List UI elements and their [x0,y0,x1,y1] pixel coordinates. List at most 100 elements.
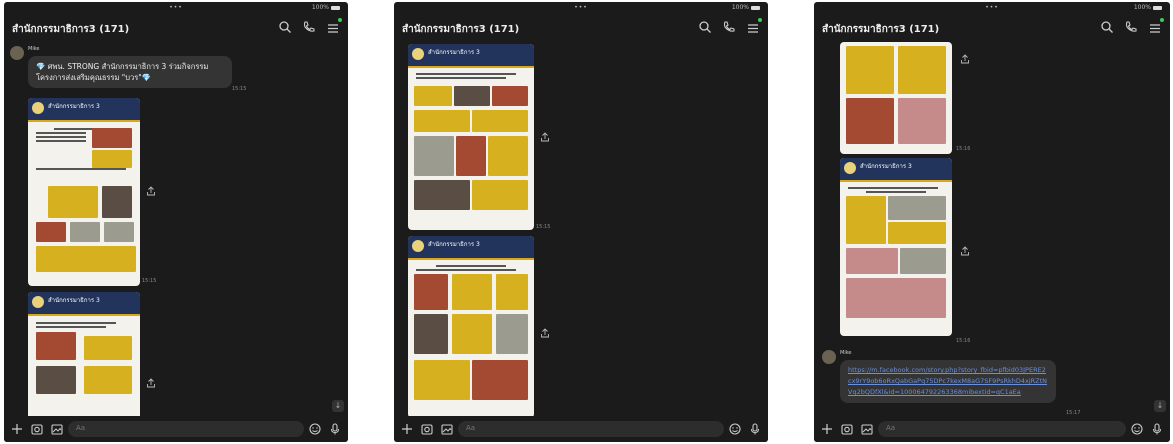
menu-icon [328,24,338,33]
message-time: 15:15 [232,86,247,92]
battery-percent: 100% [1133,4,1151,11]
logo-icon [32,296,44,308]
chat-title[interactable]: สำนักกรรมาธิการ3 (171) [12,22,129,37]
photo [36,246,136,272]
photo [846,46,894,94]
phone-icon[interactable] [722,20,736,34]
photo [414,180,470,210]
message-time: 15:16 [956,146,971,152]
photo [452,274,492,310]
menu-button[interactable] [1148,18,1164,39]
scroll-down-button[interactable]: ↓ [332,400,344,412]
share-icon[interactable] [540,328,550,338]
microphone-icon[interactable] [748,422,762,436]
card-text-line [416,269,516,271]
photo [496,314,528,354]
share-icon[interactable] [146,186,156,196]
phone-icon[interactable] [1124,20,1138,34]
image-card[interactable]: สำนักกรรมาธิการ 3 [408,236,534,418]
chat-panel-3: ••• 100% สำนักกรรมาธิการ3 (171) 15:16 สำ… [814,2,1170,442]
photo [452,314,492,354]
message-input[interactable]: Aa [458,421,724,437]
share-icon[interactable] [960,54,970,64]
microphone-icon[interactable] [1150,422,1164,436]
status-bar: ••• 100% [814,2,1170,14]
image-icon[interactable] [50,422,64,436]
photo [36,222,66,242]
share-icon[interactable] [960,246,970,256]
card-title: สำนักกรรมาธิการ 3 [860,163,912,170]
photo [102,186,132,218]
camera-icon[interactable] [30,422,44,436]
photo [846,196,886,244]
message-input[interactable]: Aa [68,421,304,437]
menu-button[interactable] [326,18,342,39]
card-header: สำนักกรรมาธิการ 3 [408,44,534,68]
input-placeholder: Aa [76,424,86,432]
notification-dot [1160,18,1164,22]
menu-icon [1150,24,1160,33]
image-icon[interactable] [440,422,454,436]
chat-header: สำนักกรรมาธิการ3 (171) [4,16,348,42]
battery-percent: 100% [731,4,749,11]
card-text-line [848,187,938,189]
chat-header: สำนักกรรมาธิการ3 (171) [814,16,1170,42]
battery-icon [751,5,760,10]
menu-icon [748,24,758,33]
menu-button[interactable] [746,18,762,39]
image-card[interactable]: สำนักกรรมาธิการ 3 [28,292,140,422]
chat-title[interactable]: สำนักกรรมาธิการ3 (171) [402,22,519,37]
chat-panel-1: ••• 100% สำนักกรรมาธิการ3 (171) Mike 💎 ศ… [4,2,348,442]
message-bubble[interactable]: 💎 ศพน. STRONG สำนักกรรมาธิการ 3 ร่วมกิจก… [28,56,232,88]
photo [92,150,132,168]
share-icon[interactable] [540,132,550,142]
search-icon[interactable] [278,20,292,34]
photo [414,110,470,132]
camera-icon[interactable] [840,422,854,436]
card-text-line [36,326,106,328]
image-card[interactable]: สำนักกรรมาธิการ 3 [840,158,952,336]
image-icon[interactable] [860,422,874,436]
photo [84,336,132,360]
photo [888,196,946,220]
notification-dot [758,18,762,22]
battery-icon [331,5,340,10]
image-card[interactable]: สำนักกรรมาธิการ 3 [408,44,534,230]
logo-icon [412,240,424,252]
card-text-line [416,73,516,75]
photo [36,332,76,360]
message-time: 15:16 [956,338,971,344]
share-icon[interactable] [146,378,156,388]
emoji-icon[interactable] [728,422,742,436]
message-input[interactable]: Aa [878,421,1126,437]
plus-icon[interactable] [10,422,24,436]
image-card[interactable]: สำนักกรรมาธิการ 3 [28,98,140,286]
plus-icon[interactable] [400,422,414,436]
photo [472,360,528,400]
photo [472,110,528,132]
status-right: 100% [1134,4,1162,11]
card-title: สำนักกรรมาธิการ 3 [428,49,480,56]
scroll-down-button[interactable]: ↓ [1154,400,1166,412]
photo [454,86,490,106]
chat-title[interactable]: สำนักกรรมาธิการ3 (171) [822,22,939,37]
avatar[interactable] [10,46,24,60]
sender-name: Mike [840,350,852,356]
microphone-icon[interactable] [328,422,342,436]
search-icon[interactable] [698,20,712,34]
photo [496,274,528,310]
status-dots: ••• [169,4,183,11]
emoji-icon[interactable] [1130,422,1144,436]
plus-icon[interactable] [820,422,834,436]
battery-icon [1153,5,1162,10]
search-icon[interactable] [1100,20,1114,34]
link-message[interactable]: https://m.facebook.com/story.php?story_f… [840,360,1056,403]
phone-icon[interactable] [302,20,316,34]
image-card[interactable] [840,42,952,154]
camera-icon[interactable] [420,422,434,436]
avatar[interactable] [822,350,836,364]
photo [36,366,76,394]
card-text-line [36,168,126,170]
emoji-icon[interactable] [308,422,322,436]
logo-icon [412,48,424,60]
